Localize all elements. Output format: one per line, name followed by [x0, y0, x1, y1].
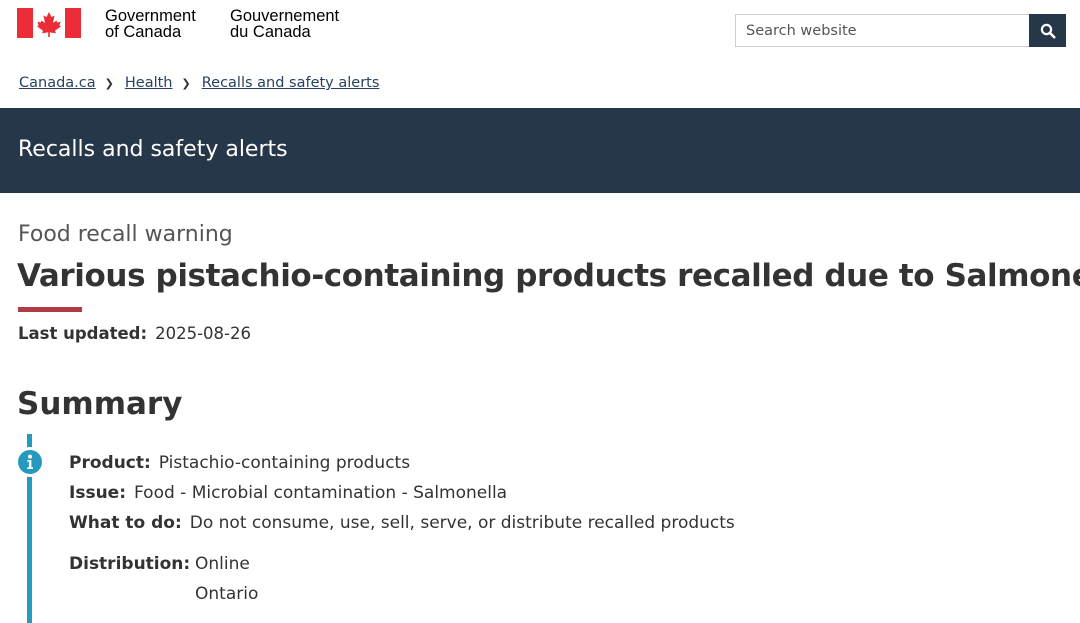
summary-issue: Issue: Food - Microbial contamination - S…	[69, 483, 507, 503]
issue-label: Issue:	[69, 483, 126, 503]
page-title: Various pistachio-containing products re…	[17, 258, 1080, 294]
what-to-do-value: Do not consume, use, sell, serve, or dis…	[189, 513, 735, 533]
product-value: Pistachio-containing products	[158, 453, 411, 473]
distribution-label: Distribution:	[69, 554, 191, 574]
signature-en-line1: Government	[105, 7, 196, 25]
site-search	[735, 14, 1066, 47]
signature-fr-line2: du Canada	[230, 23, 311, 41]
site-header: Government of Canada Gouvernement du Can…	[0, 0, 1080, 70]
section-banner: Recalls and safety alerts	[0, 108, 1080, 193]
recall-type-label: Food recall warning	[18, 222, 233, 247]
what-to-do-label: What to do:	[69, 513, 182, 533]
info-icon	[18, 450, 42, 474]
search-input[interactable]	[735, 14, 1029, 47]
last-updated-value: 2025-08-26	[155, 324, 251, 343]
chevron-right-icon: ❯	[181, 76, 191, 90]
summary-what-to-do: What to do: Do not consume, use, sell, se…	[69, 513, 735, 533]
product-label: Product:	[69, 453, 151, 473]
title-underline	[18, 307, 82, 312]
summary-heading: Summary	[17, 386, 183, 422]
distribution-value: Online	[195, 554, 250, 574]
distribution-value: Ontario	[195, 584, 259, 604]
summary-product: Product: Pistachio-containing products	[69, 453, 410, 473]
search-icon	[1040, 23, 1055, 38]
canada-flag-icon	[17, 8, 81, 38]
signature-english: Government of Canada	[105, 7, 196, 41]
signature-fr-line1: Gouvernement	[230, 7, 340, 25]
breadcrumb-link-health[interactable]: Health	[125, 75, 173, 91]
signature-en-line2: of Canada	[105, 23, 182, 41]
last-updated: Last updated: 2025-08-26	[18, 324, 251, 343]
banner-title: Recalls and safety alerts	[18, 137, 288, 162]
breadcrumb-link-canada[interactable]: Canada.ca	[19, 75, 96, 91]
breadcrumb: Canada.ca ❯ Health ❯ Recalls and safety …	[19, 75, 379, 91]
search-button[interactable]	[1029, 14, 1066, 47]
issue-value: Food - Microbial contamination - Salmone…	[134, 483, 508, 503]
government-signature[interactable]: Government of Canada Gouvernement du Can…	[17, 8, 339, 40]
last-updated-label: Last updated:	[18, 324, 148, 343]
signature-french: Gouvernement du Canada	[230, 7, 340, 41]
breadcrumb-link-recalls[interactable]: Recalls and safety alerts	[202, 75, 380, 91]
chevron-right-icon: ❯	[104, 76, 114, 90]
summary-distribution: Distribution:	[69, 554, 198, 574]
